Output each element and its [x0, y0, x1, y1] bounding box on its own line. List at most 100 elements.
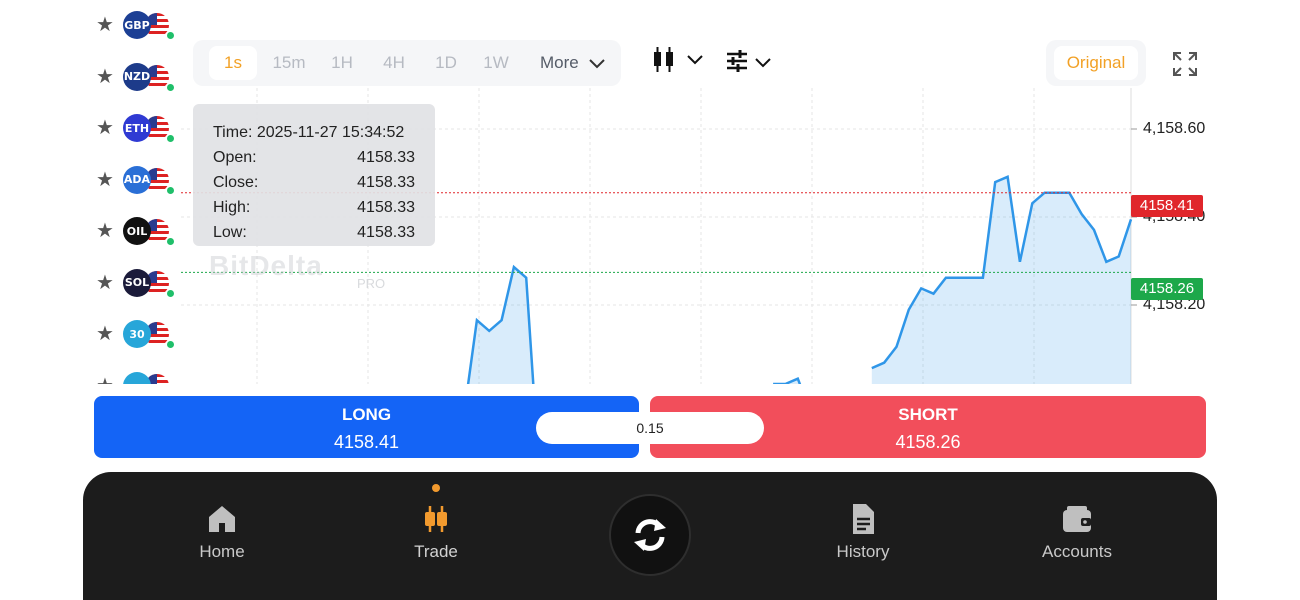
watermark-sub: PRO [357, 276, 386, 291]
pair-icon: SOL [123, 268, 174, 298]
ohlc-tooltip: Time: 2025-11-27 15:34:52 Open: 4158.33 C… [193, 104, 435, 246]
online-status-dot [167, 341, 174, 348]
star-icon[interactable]: ★ [95, 376, 115, 385]
home-icon [209, 506, 235, 532]
favorite-pair-row[interactable]: ★ [83, 366, 181, 385]
area-fill [871, 176, 1131, 384]
solana-icon: SOL [123, 268, 151, 297]
tooltip-high-row: High: 4158.33 [213, 195, 415, 220]
star-icon[interactable]: ★ [95, 67, 115, 87]
online-status-dot [167, 289, 174, 297]
y-axis-label: 4,158.60 [1143, 120, 1206, 137]
ask-price-tag: 4158.41 [1131, 195, 1203, 217]
timeframe-4h[interactable]: 4H [371, 46, 417, 80]
favorite-pair-row[interactable]: ★ NZD [83, 57, 181, 97]
indicators-button[interactable] [725, 46, 785, 76]
pair-icon: 30 [123, 319, 174, 349]
pair-icon [123, 371, 171, 384]
spread-badge: 0.15 [536, 412, 764, 444]
timeframe-1s[interactable]: 1s [209, 46, 257, 80]
tooltip-time-label: Time: [213, 124, 253, 141]
bid-price-tag: 4158.26 [1131, 278, 1203, 300]
tooltip-label: High: [213, 199, 251, 216]
tooltip-label: Low: [213, 224, 247, 241]
more-label: More [540, 53, 579, 72]
tooltip-label: Open: [213, 149, 257, 166]
star-icon[interactable]: ★ [95, 221, 115, 241]
chevron-down-icon [755, 58, 771, 68]
candlestick-icon [654, 47, 673, 72]
original-button[interactable]: Original [1054, 46, 1138, 80]
online-status-dot [167, 83, 174, 91]
sliders-icon [727, 50, 747, 72]
cardano-icon: ADA [123, 165, 151, 194]
star-icon[interactable]: ★ [95, 15, 115, 35]
nav-trade-label: Trade [414, 542, 458, 561]
oil-drop-icon: OIL [123, 217, 151, 245]
timeframe-toolbar: 1s 15m 1H 4H 1D 1W More [193, 40, 621, 86]
trading-app: ★ GBP ★ NZD ★ ETH ★ ADA ★ OIL ★ SOL ★ 30 ★ BitDelta PR… [83, 0, 1217, 600]
pair-icon: ETH [123, 113, 174, 143]
uk-flag-icon: GBP [123, 11, 151, 39]
nav-home[interactable]: Home [162, 502, 282, 562]
online-status-dot [167, 238, 174, 245]
timeframe-15m[interactable]: 15m [265, 46, 313, 80]
pair-icon: NZD [123, 62, 174, 92]
timeframe-1w[interactable]: 1W [473, 46, 519, 80]
star-icon[interactable]: ★ [95, 118, 115, 138]
bottom-navigation: Home Trade History Accounts [83, 472, 1217, 600]
tooltip-value: 4158.33 [357, 149, 415, 166]
pair-icon: GBP [123, 10, 174, 40]
favorite-pair-row[interactable]: ★ GBP [83, 5, 181, 45]
tooltip-value: 4158.33 [357, 174, 415, 191]
favorite-pair-row[interactable]: ★ OIL [83, 211, 181, 251]
trade-bar: LONG 4158.41 SHORT 4158.26 0.15 [83, 384, 1217, 470]
chevron-down-icon [589, 58, 606, 68]
refresh-icon [634, 519, 666, 551]
nav-history-label: History [836, 542, 890, 561]
tooltip-time-row: Time: 2025-11-27 15:34:52 [213, 120, 415, 145]
star-icon[interactable]: ★ [95, 273, 115, 293]
tooltip-label: Close: [213, 174, 259, 191]
nav-trade[interactable]: Trade [376, 502, 496, 562]
ethereum-icon: ETH [123, 114, 151, 142]
nz-flag-icon: NZD [123, 62, 151, 91]
watermark-logo: BitDelta [209, 250, 323, 282]
chart-type-button[interactable] [651, 46, 711, 76]
chart-area: BitDelta PRO 1s 15m 1H 4H 1D 1W More Ori… [181, 28, 1217, 384]
favorite-pair-row[interactable]: ★ 30 [83, 314, 181, 354]
timeframe-1d[interactable]: 1D [423, 46, 469, 80]
pair-icon: ADA [123, 165, 174, 195]
online-status-dot [167, 32, 174, 39]
star-icon[interactable]: ★ [95, 170, 115, 190]
favorite-pair-row[interactable]: ★ SOL [83, 263, 181, 303]
star-icon[interactable]: ★ [95, 324, 115, 344]
chevron-down-icon [687, 55, 703, 65]
nav-accounts-label: Accounts [1042, 542, 1112, 561]
timeframe-1h[interactable]: 1H [319, 46, 365, 80]
nav-history[interactable]: History [803, 502, 923, 562]
nav-accounts[interactable]: Accounts [1017, 502, 1137, 562]
pair-icon: OIL [123, 216, 174, 246]
online-status-dot [167, 186, 174, 194]
tooltip-time-value: 2025-11-27 15:34:52 [256, 124, 405, 141]
more-timeframes-button[interactable]: More [540, 46, 606, 80]
wallet-icon [1063, 506, 1091, 532]
tooltip-open-row: Open: 4158.33 [213, 145, 415, 170]
favorite-pair-row[interactable]: ★ ETH [83, 108, 181, 148]
candlestick-icon [425, 506, 447, 532]
chart-mode-toggle: Original [1046, 40, 1146, 86]
active-tab-indicator [432, 484, 440, 492]
tooltip-close-row: Close: 4158.33 [213, 170, 415, 195]
swap-button[interactable] [609, 494, 691, 576]
favorite-pair-row[interactable]: ★ ADA [83, 160, 181, 200]
favorites-sidebar: ★ GBP ★ NZD ★ ETH ★ ADA ★ OIL ★ SOL ★ 30 ★ [83, 0, 181, 384]
tooltip-low-row: Low: 4158.33 [213, 220, 415, 245]
fullscreen-icon[interactable] [1171, 50, 1199, 78]
tooltip-value: 4158.33 [357, 224, 415, 241]
document-icon [853, 504, 874, 534]
nav-home-label: Home [199, 542, 245, 561]
watermark-brand: BitDelta [209, 250, 323, 281]
online-status-dot [167, 135, 174, 142]
tooltip-value: 4158.33 [357, 199, 415, 216]
